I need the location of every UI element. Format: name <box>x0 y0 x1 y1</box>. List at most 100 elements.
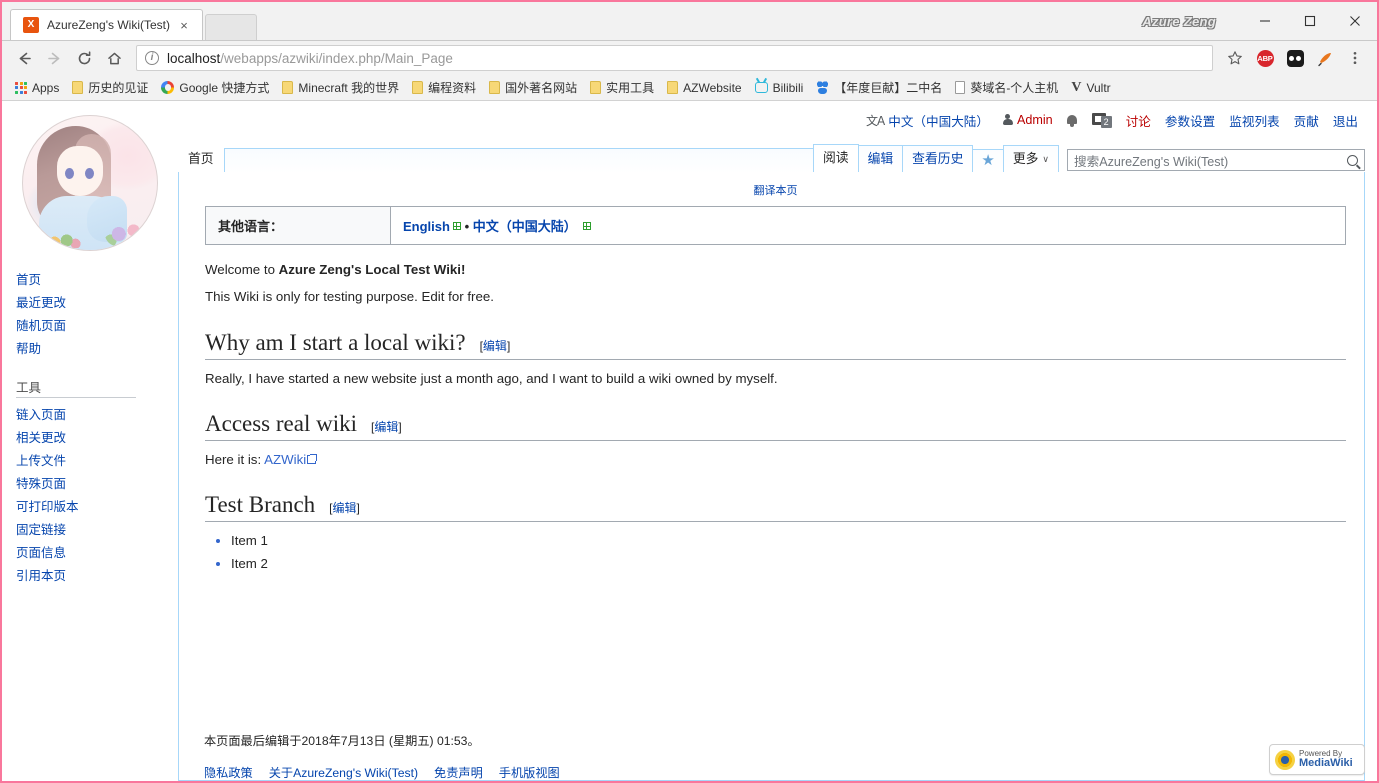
bookmark-folder-foreign-sites[interactable]: 国外著名网站 <box>483 77 583 98</box>
chrome-menu-icon[interactable] <box>1341 44 1369 72</box>
list-item: 关于AzureZeng's Wiki(Test) <box>269 763 418 781</box>
watchlist-label[interactable]: 监视列表 <box>1229 111 1279 130</box>
titlebar-right: Azure Zeng <box>1142 2 1377 40</box>
edit-link[interactable]: 编辑 <box>374 420 398 434</box>
tab-read[interactable]: 阅读 <box>812 144 859 173</box>
list-item: 隐私政策 <box>204 763 253 781</box>
address-bar[interactable]: i localhost/webapps/azwiki/index.php/Mai… <box>136 45 1213 71</box>
personal-link-logout[interactable]: 退出 <box>1326 111 1365 130</box>
notifications-alerts[interactable] <box>1060 114 1085 127</box>
intro-paragraph-2: This Wiki is only for testing purpose. E… <box>205 289 494 305</box>
bookmark-folder-azwebsite[interactable]: AZWebsite <box>661 79 747 97</box>
language-link-chinese[interactable]: 中文（中国大陆） <box>473 219 577 234</box>
extension-orange-icon[interactable] <box>1311 44 1339 72</box>
list-item: 免责声明 <box>434 763 483 781</box>
tab-more-menu[interactable]: 更多 ∨ <box>1002 145 1059 173</box>
browser-window: X AzureZeng's Wiki(Test) × Azure Zeng i … <box>0 0 1379 783</box>
bookmark-label: Apps <box>32 80 60 95</box>
tabs-filler <box>223 148 814 173</box>
translate-page-link[interactable]: 翻译本页 <box>754 185 798 197</box>
sidebar-item-cite-this-page[interactable]: 引用本页 <box>16 569 66 583</box>
sidebar-item-help[interactable]: 帮助 <box>16 342 41 356</box>
bookmark-label: Minecraft 我的世界 <box>298 81 400 95</box>
namespace-tabs: 首页 <box>178 143 224 173</box>
talk-label[interactable]: 讨论 <box>1126 111 1151 130</box>
sidebar-item-what-links-here[interactable]: 链入页面 <box>16 408 66 422</box>
bookmark-vultr[interactable]: V Vultr <box>1065 79 1116 97</box>
language-link-english[interactable]: English <box>403 219 450 234</box>
bookmark-folder-history[interactable]: 历史的见证 <box>66 77 154 98</box>
page-info-icon[interactable]: i <box>145 51 159 65</box>
contributions-label[interactable]: 贡献 <box>1294 111 1319 130</box>
logout-label[interactable]: 退出 <box>1333 111 1358 130</box>
sidebar-item-page-information[interactable]: 页面信息 <box>16 546 66 560</box>
footer-link-disclaimers[interactable]: 免责声明 <box>434 766 483 780</box>
powered-by-mediawiki-badge[interactable]: Powered By MediaWiki <box>1269 744 1365 775</box>
adblock-plus-extension-icon[interactable]: ABP <box>1251 44 1279 72</box>
footer-link-mobile-view[interactable]: 手机版视图 <box>499 766 560 780</box>
bookmark-personal-host[interactable]: 葵域名-个人主机 <box>949 77 1064 98</box>
external-link-azwiki[interactable]: AZWiki <box>264 452 306 467</box>
sidebar-item-random-page[interactable]: 随机页面 <box>16 319 66 333</box>
footer-link-about[interactable]: 关于AzureZeng's Wiki(Test) <box>269 766 418 780</box>
bookmark-label: 葵域名-个人主机 <box>970 81 1059 95</box>
list-item: 特殊页面 <box>16 471 178 494</box>
tab-edit[interactable]: 编辑 <box>857 145 904 173</box>
username-label[interactable]: Admin <box>1017 113 1053 127</box>
tab-close-icon[interactable]: × <box>176 17 192 33</box>
language-label[interactable]: 中文（中国大陆） <box>888 111 989 130</box>
sidebar-item-related-changes[interactable]: 相关更改 <box>16 431 66 445</box>
window-close-button[interactable] <box>1332 5 1377 37</box>
sidebar-nav-list: 首页 最近更改 随机页面 帮助 <box>16 267 178 359</box>
bookmark-google[interactable]: Google 快捷方式 <box>155 77 275 98</box>
browser-tab-active[interactable]: X AzureZeng's Wiki(Test) × <box>10 9 203 40</box>
sidebar-item-printable-version[interactable]: 可打印版本 <box>16 500 79 514</box>
bookmark-baidu-tieba[interactable]: 【年度巨献】二中名 <box>810 77 948 98</box>
back-icon[interactable] <box>10 44 38 72</box>
sidebar-item-recent-changes[interactable]: 最近更改 <box>16 296 66 310</box>
personal-link-preferences[interactable]: 参数设置 <box>1158 111 1222 130</box>
home-icon[interactable] <box>100 44 128 72</box>
sidebar-item-upload-file[interactable]: 上传文件 <box>16 454 66 468</box>
personal-link-contributions[interactable]: 贡献 <box>1287 111 1326 130</box>
reload-icon[interactable] <box>70 44 98 72</box>
notifications-notices[interactable]: 2 <box>1085 112 1119 128</box>
watch-star-icon[interactable]: ★ <box>972 149 1004 173</box>
preferences-label[interactable]: 参数设置 <box>1165 111 1215 130</box>
wiki-logo[interactable] <box>15 109 165 257</box>
test-branch-list: Item 1 Item 2 <box>205 530 1346 575</box>
tab-main-page[interactable]: 首页 <box>178 146 224 173</box>
bookmark-folder-tools[interactable]: 实用工具 <box>584 77 660 98</box>
bookmark-star-icon[interactable] <box>1221 44 1249 72</box>
new-tab-button[interactable] <box>204 14 257 40</box>
bookmark-apps[interactable]: Apps <box>9 79 65 97</box>
language-selector[interactable]: 文A 中文（中国大陆） <box>859 111 996 130</box>
window-minimize-button[interactable] <box>1242 5 1287 37</box>
list-item: Item 2 <box>231 553 1346 576</box>
tab-view-history[interactable]: 查看历史 <box>902 145 974 173</box>
search-input[interactable]: 搜索AzureZeng's Wiki(Test) <box>1067 149 1365 171</box>
sidebar-item-permanent-link[interactable]: 固定链接 <box>16 523 66 537</box>
sidebar-item-home[interactable]: 首页 <box>16 273 41 287</box>
footer-link-privacy[interactable]: 隐私政策 <box>204 766 253 780</box>
window-maximize-button[interactable] <box>1287 5 1332 37</box>
search-icon[interactable] <box>1347 154 1358 166</box>
edit-link[interactable]: 编辑 <box>333 501 357 515</box>
bookmark-folder-programming[interactable]: 编程资料 <box>406 77 482 98</box>
list-item: 首页 <box>16 267 178 290</box>
bookmark-label: 【年度巨献】二中名 <box>834 81 943 95</box>
extension-two-dots-icon[interactable] <box>1281 44 1309 72</box>
content-wrapper: 首页 阅读 编辑 查看历史 ★ 更多 ∨ 搜索AzureZeng's Wiki(… <box>178 143 1365 781</box>
user-link[interactable]: Admin <box>996 113 1060 127</box>
sidebar-item-special-pages[interactable]: 特殊页面 <box>16 477 66 491</box>
bookmark-bilibili[interactable]: Bilibili <box>749 79 810 97</box>
dots-glyph <box>1286 49 1304 67</box>
personal-link-watchlist[interactable]: 监视列表 <box>1222 111 1286 130</box>
bookmark-folder-minecraft[interactable]: Minecraft 我的世界 <box>276 77 405 98</box>
list-item: 相关更改 <box>16 425 178 448</box>
welcome-prefix: Welcome to <box>205 262 279 277</box>
edit-link[interactable]: 编辑 <box>483 339 507 353</box>
profile-name-label[interactable]: Azure Zeng <box>1142 14 1216 29</box>
personal-link-talk[interactable]: 讨论 <box>1119 111 1158 130</box>
folder-icon <box>72 81 84 94</box>
